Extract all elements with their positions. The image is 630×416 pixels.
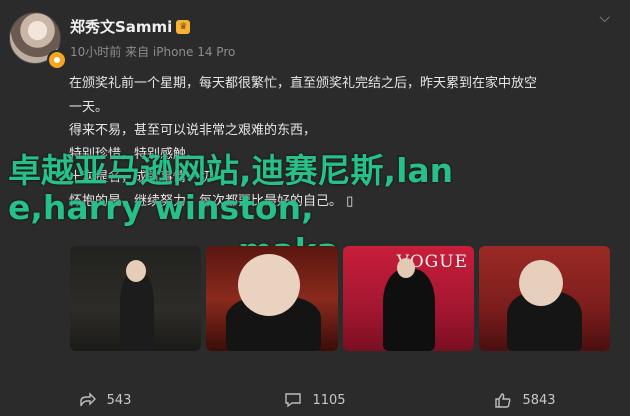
crown-icon: ♛: [176, 19, 191, 34]
share-count: 543: [106, 392, 132, 408]
action-bar: 543 1105 5843: [0, 384, 630, 416]
username[interactable]: 郑秀文Sammi ♛: [70, 16, 191, 37]
photo-figure: [120, 271, 154, 351]
photo-head: [126, 260, 146, 282]
overlay-line: 卓越亚马逊网站,迪赛尼斯,lan: [8, 151, 454, 190]
photo-1[interactable]: [70, 246, 201, 351]
share-icon: [79, 392, 96, 407]
photo-head: [397, 258, 415, 278]
photo-head: [238, 254, 300, 316]
thumbs-up-icon: [495, 393, 511, 408]
comment-icon: [285, 393, 302, 408]
post-meta: 10小时前 来自 iPhone 14 Pro: [70, 45, 236, 59]
post-line: 得来不易，甚至可以说非常之艰难的东西，: [69, 123, 317, 138]
photo-head: [519, 260, 563, 306]
overlay-line: e,harry winston,: [8, 188, 314, 227]
username-text[interactable]: 郑秀文Sammi: [70, 16, 172, 37]
post-line: 在颁奖礼前一个星期，每天都很繁忙，直至颁奖礼完结之后，昨天累到在家中放空: [69, 76, 538, 91]
verified-badge-icon: [47, 50, 67, 70]
photo-3[interactable]: VOGUE: [343, 246, 474, 351]
overlay-text: 卓越亚马逊网站,迪赛尼斯,lan e,harry winston,: [8, 152, 623, 226]
like-count: 5843: [522, 392, 556, 408]
photo-2[interactable]: [206, 246, 338, 351]
photo-4[interactable]: [479, 246, 610, 351]
share-button[interactable]: 543: [0, 392, 210, 408]
photo-grid: VOGUE: [70, 246, 610, 351]
post-line: 一天。: [69, 99, 109, 115]
photo-figure: [383, 269, 435, 351]
comment-count: 1105: [312, 392, 346, 408]
comment-button[interactable]: 1105: [210, 392, 420, 408]
chevron-down-icon[interactable]: ⌵: [599, 10, 610, 26]
like-button[interactable]: 5843: [420, 392, 630, 408]
